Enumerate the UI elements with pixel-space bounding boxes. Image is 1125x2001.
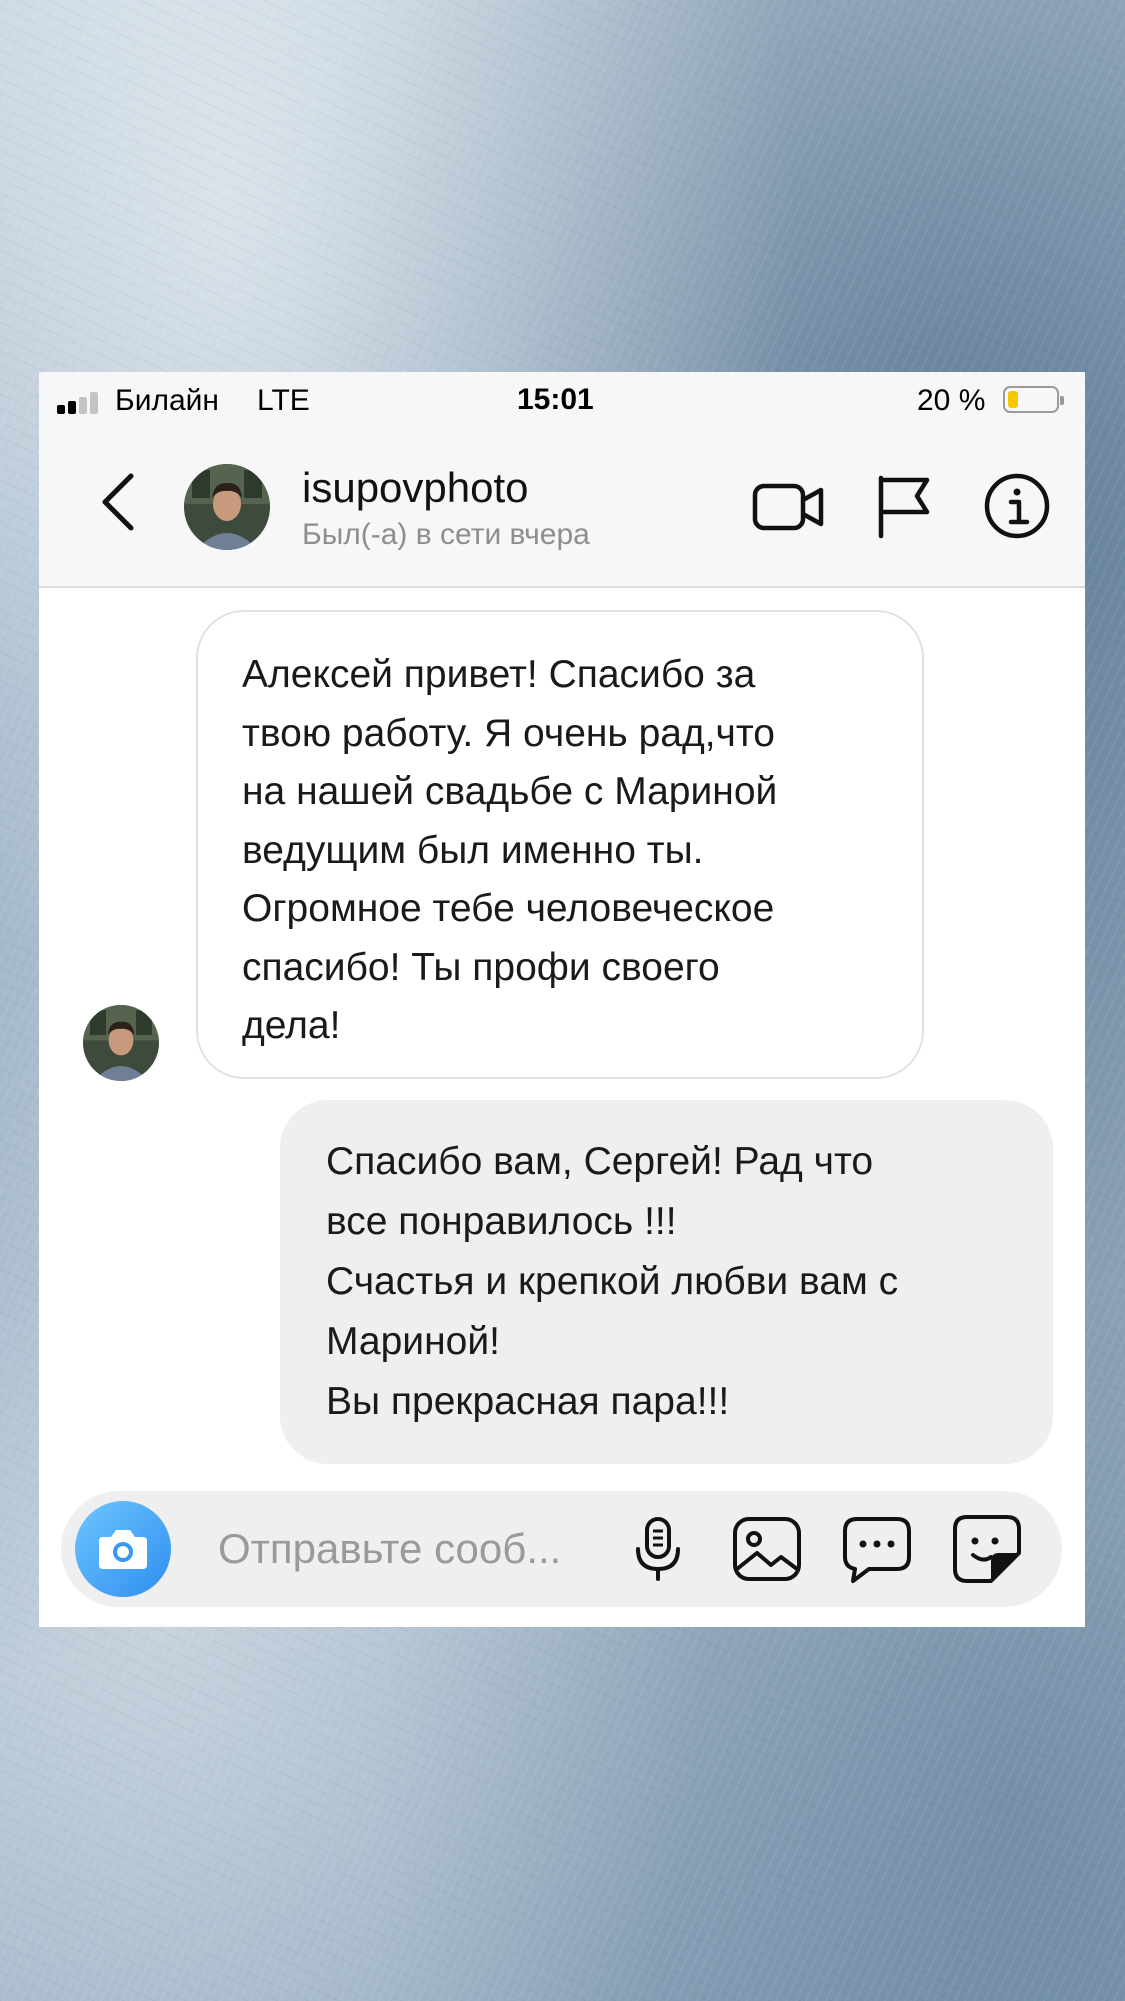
microphone-icon[interactable] xyxy=(620,1511,696,1587)
message-line: Счастья и крепкой любви вам с xyxy=(326,1260,899,1303)
instagram-direct-screenshot: Билайн LTE 15:01 20 % isupovphoto Был(-а… xyxy=(39,372,1085,1627)
outgoing-message-bubble[interactable]: Спасибо вам, Сергей! Рад что все понрави… xyxy=(280,1100,1053,1464)
status-time: 15:01 xyxy=(517,383,594,416)
back-chevron-icon[interactable] xyxy=(87,462,147,542)
message-input[interactable]: Отправьте сооб... xyxy=(218,1525,561,1573)
contact-avatar[interactable] xyxy=(184,464,270,550)
camera-icon xyxy=(99,1530,147,1569)
message-line: спасибо! Ты профи своего xyxy=(242,945,720,989)
info-icon[interactable] xyxy=(977,466,1057,546)
message-line: все понравилось !!! xyxy=(326,1200,677,1243)
carrier-name: Билайн xyxy=(115,384,219,417)
message-line: ведущим был именно ты. xyxy=(242,828,704,872)
flag-icon[interactable] xyxy=(865,466,945,546)
network-type: LTE xyxy=(257,384,310,417)
incoming-message-bubble[interactable]: Алексей привет! Спасибо за твою работу. … xyxy=(196,610,924,1079)
message-line: Алексей привет! Спасибо за xyxy=(242,653,756,696)
message-composer: Отправьте сооб... xyxy=(61,1491,1062,1607)
video-call-icon[interactable] xyxy=(749,466,829,546)
last-seen-status: Был(-а) в сети вчера xyxy=(302,518,590,551)
sender-avatar[interactable] xyxy=(83,1005,159,1081)
message-line: дела! xyxy=(242,1004,341,1047)
message-line: Спасибо вам, Сергей! Рад что xyxy=(326,1140,874,1183)
message-line: Огромное тебе человеческое xyxy=(242,887,775,930)
battery-percent: 20 % xyxy=(917,384,986,417)
gallery-icon[interactable] xyxy=(729,1511,805,1587)
message-line: Вы прекрасная пара!!! xyxy=(326,1380,730,1423)
status-bar: Билайн LTE 15:01 20 % xyxy=(39,372,1085,428)
signal-strength-icon xyxy=(57,392,101,414)
quick-reply-icon[interactable] xyxy=(839,1511,915,1587)
sticker-icon[interactable] xyxy=(949,1511,1025,1587)
message-line: Мариной! xyxy=(326,1320,500,1363)
message-line: на нашей свадьбе с Мариной xyxy=(242,770,778,813)
chat-header: isupovphoto Был(-а) в сети вчера xyxy=(39,428,1085,588)
battery-icon xyxy=(1003,386,1064,413)
camera-button[interactable] xyxy=(75,1501,171,1597)
chat-username[interactable]: isupovphoto xyxy=(302,464,529,512)
message-line: твою работу. Я очень рад,что xyxy=(242,711,775,755)
